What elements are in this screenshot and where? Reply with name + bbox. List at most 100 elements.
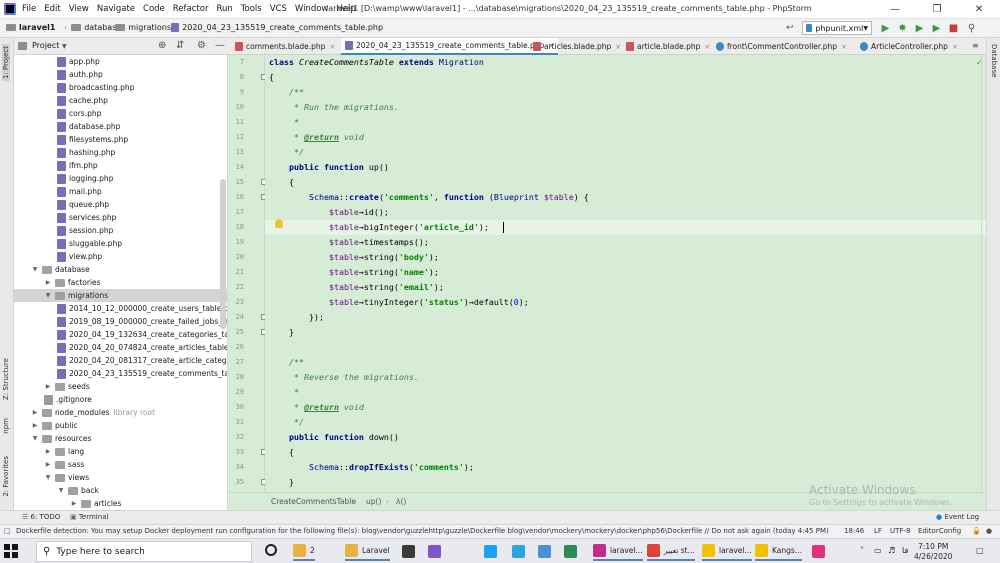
- code-line[interactable]: */: [269, 145, 304, 160]
- breadcrumb-closure[interactable]: λ(): [396, 497, 406, 506]
- structure-tool-button[interactable]: Z: Structure: [2, 358, 10, 400]
- project-tree-item[interactable]: ▶ sass: [14, 458, 227, 471]
- project-tree-item[interactable]: ▶ factories: [14, 276, 227, 289]
- database-tool-button[interactable]: Database: [990, 44, 998, 77]
- menu-file[interactable]: File: [22, 4, 36, 14]
- code-line[interactable]: public function down(): [269, 430, 399, 445]
- chevron-right-icon[interactable]: ▶: [44, 279, 52, 286]
- run-configuration-select[interactable]: phpunit.xml ▼: [802, 21, 872, 35]
- editor-tab[interactable]: article.blade.php ×: [622, 38, 714, 55]
- close-tab-icon[interactable]: ×: [704, 43, 710, 51]
- project-view-selector[interactable]: Project: [32, 41, 59, 50]
- taskbar-clock[interactable]: 7:10 PM 4/26/2020: [914, 542, 952, 562]
- taskbar-app[interactable]: [428, 542, 445, 561]
- chevron-right-icon[interactable]: ▶: [70, 500, 78, 507]
- code-line[interactable]: {: [269, 445, 294, 460]
- taskbar-search-box[interactable]: ⚲ Type here to search: [36, 541, 252, 562]
- project-tree-item[interactable]: auth.php: [14, 68, 227, 81]
- menu-edit[interactable]: Edit: [44, 4, 60, 14]
- code-line[interactable]: * @return void: [269, 130, 364, 145]
- collapse-all-icon[interactable]: ⇵: [176, 40, 184, 51]
- breadcrumb-method[interactable]: up(): [366, 497, 381, 506]
- code-line[interactable]: $table→bigInteger('article_id');: [265, 220, 986, 235]
- project-tree-item[interactable]: ▼ database: [14, 263, 227, 276]
- code-line[interactable]: Schema::create('comments', function (Blu…: [269, 190, 589, 205]
- debug-icon[interactable]: ✸: [897, 23, 908, 34]
- code-line[interactable]: $table→string('body');: [269, 250, 439, 265]
- code-line[interactable]: $table→tinyInteger('status')→default(0);: [269, 295, 529, 310]
- menu-tools[interactable]: Tools: [241, 4, 262, 14]
- code-editor[interactable]: class CreateCommentsTable extends Migrat…: [265, 55, 986, 492]
- npm-tool-button[interactable]: npm: [2, 418, 10, 434]
- close-tab-icon[interactable]: ×: [952, 43, 958, 51]
- intention-bulb-icon[interactable]: [275, 219, 283, 228]
- menu-run[interactable]: Run: [216, 4, 232, 14]
- tray-expand-icon[interactable]: ˄: [860, 546, 864, 555]
- run-icon[interactable]: ▶: [880, 23, 891, 34]
- project-tree-item[interactable]: .gitignore: [14, 393, 227, 406]
- chevron-down-icon[interactable]: ▼: [57, 487, 65, 494]
- project-tree-item[interactable]: ▶ node_modules library root: [14, 406, 227, 419]
- project-tree-item[interactable]: hashing.php: [14, 146, 227, 159]
- hide-panel-icon[interactable]: —: [215, 40, 225, 51]
- notifications-icon[interactable]: ▢: [976, 546, 984, 555]
- project-tree-item[interactable]: queue.php: [14, 198, 227, 211]
- menu-window[interactable]: Window: [295, 4, 329, 14]
- minimize-icon[interactable]: —: [874, 0, 916, 19]
- editor-tab[interactable]: ArticleController.php ×: [856, 38, 962, 55]
- editorconfig-status[interactable]: EditorConfig: [918, 527, 961, 535]
- close-tab-icon[interactable]: ×: [329, 43, 335, 51]
- code-line[interactable]: */: [269, 415, 304, 430]
- close-icon[interactable]: ✕: [958, 0, 1000, 19]
- terminal-tool-button[interactable]: ▣ Terminal: [70, 513, 108, 521]
- taskbar-app[interactable]: Kangs...: [755, 542, 802, 561]
- code-line[interactable]: Schema::dropIfExists('comments');: [269, 460, 474, 475]
- inspector-icon[interactable]: ●: [986, 527, 992, 535]
- taskbar-app[interactable]: [538, 542, 555, 561]
- project-tree-item[interactable]: app.php: [14, 55, 227, 68]
- code-line[interactable]: {: [269, 70, 274, 85]
- todo-tool-button[interactable]: ☰ 6: TODO: [22, 513, 60, 521]
- project-tree-item[interactable]: ▶ seeds: [14, 380, 227, 393]
- project-tree-item[interactable]: cache.php: [14, 94, 227, 107]
- breadcrumb-class[interactable]: CreateCommentsTable: [271, 497, 356, 506]
- input-language[interactable]: فا: [902, 546, 908, 555]
- windows-start-icon[interactable]: [4, 544, 18, 558]
- inspection-ok-icon[interactable]: ✓: [976, 58, 983, 67]
- project-tree-item[interactable]: ▶ lang: [14, 445, 227, 458]
- chevron-right-icon[interactable]: ▶: [44, 383, 52, 390]
- chevron-right-icon[interactable]: ▶: [44, 448, 52, 455]
- nav-crumb-project[interactable]: laravel1: [6, 23, 55, 32]
- chevron-down-icon[interactable]: ▼: [31, 435, 39, 442]
- code-line[interactable]: $table→id();: [269, 205, 389, 220]
- project-tree-item[interactable]: view.php: [14, 250, 227, 263]
- editor-tab[interactable]: articles.blade.php ×: [529, 38, 625, 55]
- profile-icon[interactable]: ▶: [931, 23, 942, 34]
- project-tree-item[interactable]: database.php: [14, 120, 227, 133]
- line-separator[interactable]: LF: [874, 527, 882, 535]
- chevron-down-icon[interactable]: ▼: [44, 474, 52, 481]
- chevron-down-icon[interactable]: ▼: [44, 292, 52, 299]
- project-tree-scrollbar[interactable]: [220, 179, 226, 329]
- code-line[interactable]: *: [269, 115, 299, 130]
- taskbar-app[interactable]: [484, 542, 501, 561]
- code-line[interactable]: }: [269, 475, 294, 490]
- project-tree-item[interactable]: ▶ articles: [14, 497, 227, 510]
- gear-icon[interactable]: ⚙: [197, 40, 206, 51]
- project-tree-item[interactable]: ▶ public: [14, 419, 227, 432]
- cortana-icon[interactable]: [265, 544, 277, 556]
- code-line[interactable]: {: [269, 175, 294, 190]
- project-tree-item[interactable]: 2014_10_12_000000_create_users_table.php: [14, 302, 227, 315]
- maximize-icon[interactable]: ❐: [916, 0, 958, 19]
- project-tree-item[interactable]: 2020_04_19_132634_create_categories_tabl…: [14, 328, 227, 341]
- chevron-right-icon[interactable]: ▶: [31, 409, 39, 416]
- favorites-tool-button[interactable]: 2: Favorites: [2, 456, 10, 497]
- taskbar-app[interactable]: تعبير st...: [647, 542, 695, 561]
- code-line[interactable]: public function up(): [269, 160, 389, 175]
- project-tree-item[interactable]: sluggable.php: [14, 237, 227, 250]
- code-line[interactable]: * Reverse the migrations.: [269, 370, 419, 385]
- coverage-icon[interactable]: ▶: [914, 23, 925, 34]
- project-tree-item[interactable]: logging.php: [14, 172, 227, 185]
- code-line[interactable]: * Run the migrations.: [269, 100, 399, 115]
- locate-file-icon[interactable]: ⊕: [158, 40, 166, 51]
